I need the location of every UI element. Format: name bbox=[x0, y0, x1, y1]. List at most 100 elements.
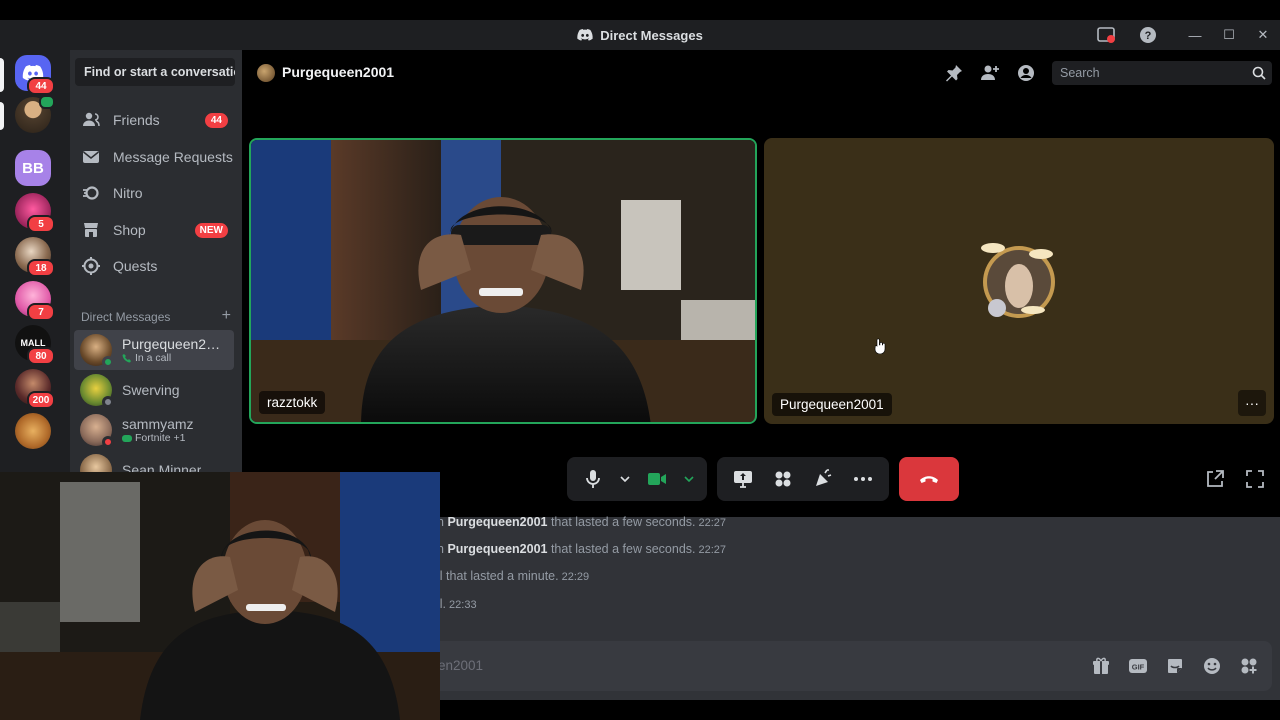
system-message: ll. 22:33 bbox=[437, 597, 477, 611]
avatar bbox=[80, 334, 114, 368]
shop-icon bbox=[81, 220, 101, 240]
nitro-icon bbox=[81, 183, 101, 203]
avatar bbox=[80, 454, 112, 472]
user-profile-icon[interactable] bbox=[1008, 62, 1044, 84]
dm-status: In a call bbox=[122, 352, 222, 364]
top-black-bar bbox=[0, 0, 1280, 20]
server-item[interactable]: 200 bbox=[15, 369, 55, 409]
more-options-button[interactable] bbox=[843, 457, 883, 501]
discord-logo-icon bbox=[577, 29, 593, 41]
server-item[interactable]: 5 bbox=[15, 193, 55, 233]
system-message: n Purgequeen2001 that lasted a few secon… bbox=[437, 515, 727, 529]
microphone-icon bbox=[586, 470, 600, 488]
nav-label: Friends bbox=[113, 112, 160, 128]
dm-header-label: Direct Messages bbox=[81, 310, 171, 324]
nav-friends[interactable]: Friends 44 bbox=[78, 103, 234, 137]
title-bar: Direct Messages ? — ☐ ✕ bbox=[0, 20, 1280, 50]
dm-name: Swerving bbox=[122, 382, 180, 398]
server-badge: 200 bbox=[27, 391, 55, 409]
hang-up-icon bbox=[920, 476, 938, 483]
dm-indicator bbox=[0, 102, 4, 130]
minimize-icon[interactable]: — bbox=[1178, 20, 1212, 50]
dm-item-sammyamz[interactable]: sammyamz Fortnite +1 bbox=[74, 410, 234, 450]
server-item[interactable]: 7 bbox=[15, 281, 55, 321]
quests-icon bbox=[81, 256, 101, 276]
participant-label: Purgequeen2001 bbox=[772, 393, 892, 416]
window-title-text: Direct Messages bbox=[600, 27, 703, 43]
pin-icon[interactable] bbox=[936, 62, 972, 84]
search-input[interactable]: Search bbox=[1052, 61, 1272, 85]
offline-status-icon bbox=[102, 396, 114, 408]
tile-more-options-button[interactable]: ··· bbox=[1238, 390, 1266, 416]
server-item[interactable]: 18 bbox=[15, 237, 55, 277]
participant-label: razztokk bbox=[259, 391, 326, 414]
video-tile-razztokk[interactable]: razztokk bbox=[249, 138, 757, 424]
participant-avatar bbox=[979, 242, 1059, 322]
more-horizontal-icon bbox=[854, 477, 872, 481]
end-call-button[interactable] bbox=[899, 457, 959, 501]
nav-label: Nitro bbox=[113, 185, 143, 201]
envelope-icon bbox=[81, 147, 101, 167]
dm-item-sean[interactable]: Sean Minner bbox=[74, 450, 234, 472]
webcam-overlay bbox=[0, 472, 440, 720]
video-tile-purgequeen[interactable]: Purgequeen2001 ··· bbox=[764, 138, 1274, 424]
webcam-overlay-video bbox=[0, 472, 440, 720]
server-item[interactable] bbox=[15, 413, 51, 449]
microphone-button[interactable] bbox=[573, 457, 613, 501]
dm-header: Purgequeen2001 Search bbox=[242, 50, 1280, 94]
nav-nitro[interactable]: Nitro bbox=[78, 176, 234, 210]
find-conversation-input[interactable]: Find or start a conversation bbox=[75, 58, 235, 86]
camera-button[interactable] bbox=[637, 457, 677, 501]
camera-options-chevron-down-icon[interactable] bbox=[677, 457, 701, 501]
activities-button[interactable] bbox=[763, 457, 803, 501]
server-badge: 18 bbox=[27, 259, 55, 277]
create-dm-button[interactable]: + bbox=[222, 308, 231, 324]
gift-icon[interactable] bbox=[1090, 655, 1112, 677]
camera-icon bbox=[648, 473, 666, 485]
phone-icon bbox=[122, 354, 131, 363]
soundboard-button[interactable] bbox=[803, 457, 843, 501]
nav-label: Message Requests bbox=[113, 149, 233, 165]
close-icon[interactable]: ✕ bbox=[1246, 20, 1280, 50]
emoji-icon[interactable] bbox=[1201, 655, 1223, 677]
screen-share-icon bbox=[734, 471, 752, 488]
inbox-icon[interactable] bbox=[1096, 25, 1116, 45]
mic-options-chevron-down-icon[interactable] bbox=[613, 457, 637, 501]
av-controls-group bbox=[567, 457, 707, 501]
call-indicator-icon bbox=[39, 95, 55, 109]
server-bb[interactable]: BB bbox=[15, 150, 51, 186]
nav-message-requests[interactable]: Message Requests bbox=[78, 140, 234, 174]
dm-item-purgequeen[interactable]: Purgequeen2001 In a call bbox=[74, 330, 234, 370]
screen-share-button[interactable] bbox=[723, 457, 763, 501]
popout-icon[interactable] bbox=[1204, 468, 1226, 490]
nav-label: Shop bbox=[113, 222, 146, 238]
server-badge: 5 bbox=[27, 215, 55, 233]
svg-text:GIF: GIF bbox=[1132, 663, 1145, 672]
webcam-video bbox=[251, 140, 755, 422]
nav-label: Quests bbox=[113, 258, 158, 274]
call-controls bbox=[567, 457, 959, 501]
header-username[interactable]: Purgequeen2001 bbox=[282, 64, 394, 80]
home-button[interactable]: 44 bbox=[15, 55, 55, 95]
nav-quests[interactable]: Quests bbox=[78, 249, 234, 283]
apps-icon[interactable] bbox=[1238, 655, 1260, 677]
nav-shop[interactable]: Shop NEW bbox=[78, 213, 234, 247]
friends-icon bbox=[81, 110, 101, 130]
dm-item-swerving[interactable]: Swerving bbox=[74, 370, 234, 410]
search-icon bbox=[1252, 66, 1266, 80]
fullscreen-icon[interactable] bbox=[1244, 468, 1266, 490]
maximize-icon[interactable]: ☐ bbox=[1212, 20, 1246, 50]
server-active-dm[interactable] bbox=[15, 95, 55, 133]
server-badge: 80 bbox=[27, 347, 55, 365]
soundboard-icon bbox=[816, 469, 832, 486]
system-message: ll that lasted a minute. 22:29 bbox=[437, 569, 590, 583]
add-friend-to-dm-icon[interactable] bbox=[972, 62, 1008, 84]
gif-icon[interactable]: GIF bbox=[1127, 655, 1149, 677]
help-icon[interactable]: ? bbox=[1138, 25, 1158, 45]
avatar bbox=[80, 374, 114, 408]
dm-name: Sean Minner bbox=[122, 462, 202, 472]
home-indicator bbox=[0, 58, 4, 92]
friends-badge: 44 bbox=[204, 112, 228, 128]
sticker-icon[interactable] bbox=[1164, 655, 1186, 677]
server-item[interactable]: MALL 80 bbox=[15, 325, 55, 365]
